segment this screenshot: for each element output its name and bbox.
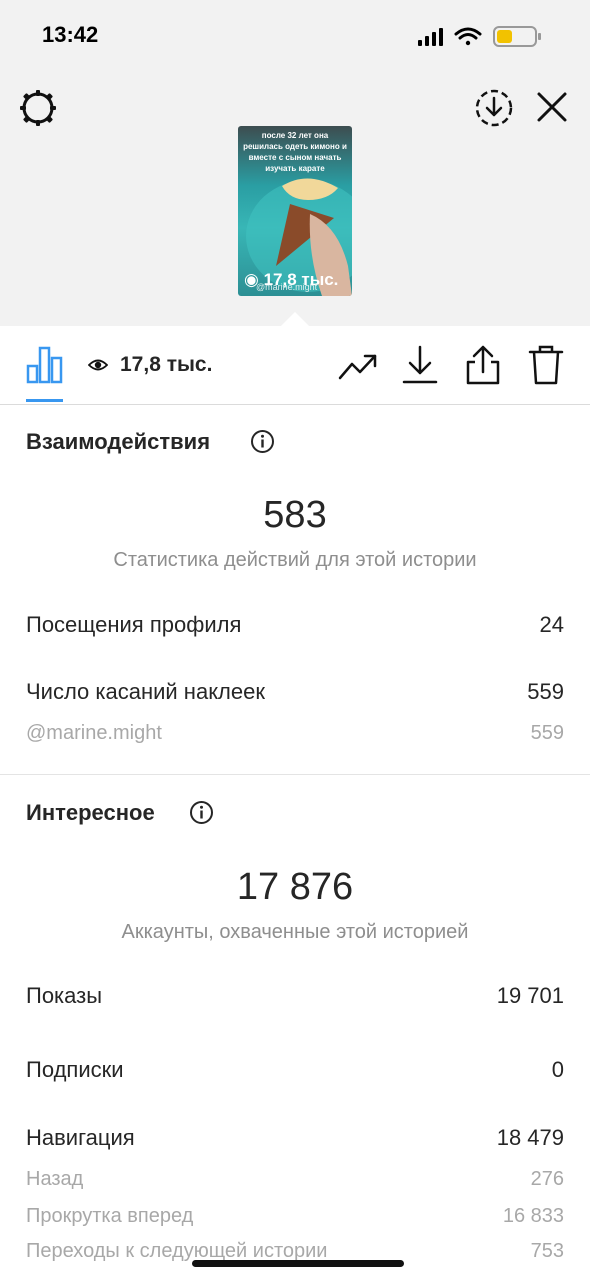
row-navigation-label: Навигация bbox=[26, 1125, 135, 1150]
discovery-title: Интересное bbox=[26, 800, 155, 825]
status-bar: 13:42 bbox=[0, 0, 590, 70]
wifi-icon bbox=[454, 27, 482, 46]
row-follows-label: Подписки bbox=[26, 1057, 124, 1082]
info-icon[interactable] bbox=[189, 800, 214, 825]
section-divider bbox=[0, 774, 590, 775]
row-impressions-value: 19 701 bbox=[496, 983, 564, 1008]
discovery-total: 17 876 bbox=[236, 866, 354, 908]
thumbnail-mention: @marine.might bbox=[256, 282, 318, 292]
row-impressions-label: Показы bbox=[26, 983, 103, 1008]
row-follows-value: 0 bbox=[551, 1057, 564, 1082]
active-tab-indicator bbox=[26, 399, 63, 402]
battery-icon bbox=[493, 26, 541, 47]
story-thumbnail[interactable]: после 32 лет она решилась одеть кимоно и… bbox=[238, 126, 352, 296]
row-profile-visits-label: Посещения профиля bbox=[26, 612, 242, 637]
download-circle-icon[interactable] bbox=[474, 88, 514, 128]
row-profile-visits-value: 24 bbox=[539, 612, 564, 637]
interactions-title: Взаимодействия bbox=[26, 429, 211, 454]
trash-icon[interactable] bbox=[528, 344, 564, 386]
subrow-forward-value: 16 833 bbox=[502, 1205, 564, 1227]
home-indicator[interactable] bbox=[192, 1260, 404, 1267]
interactions-total: 583 bbox=[263, 494, 327, 536]
thumbnail-caption: после 32 лет она решилась одеть кимоно и… bbox=[243, 131, 347, 173]
toolbar-views-count: 17,8 тыс. bbox=[120, 353, 213, 376]
discovery-caption: Аккаунты, охваченные этой историей bbox=[121, 921, 469, 943]
eye-icon bbox=[88, 359, 108, 371]
share-icon[interactable] bbox=[464, 344, 502, 386]
download-icon[interactable] bbox=[402, 345, 438, 385]
preview-pointer bbox=[281, 312, 309, 326]
subrow-mention-value: 559 bbox=[530, 722, 564, 744]
interactions-caption: Статистика действий для этой истории bbox=[113, 549, 477, 571]
row-sticker-taps-value: 559 bbox=[527, 679, 564, 704]
close-icon[interactable] bbox=[535, 90, 569, 124]
subrow-mention-label[interactable]: @marine.might bbox=[26, 722, 162, 745]
status-time: 13:42 bbox=[42, 22, 99, 47]
info-icon[interactable] bbox=[250, 429, 275, 454]
subrow-back-label: Назад bbox=[26, 1168, 84, 1190]
trending-icon[interactable] bbox=[338, 350, 378, 382]
settings-gear-icon[interactable] bbox=[18, 88, 58, 128]
subrow-next-story-value: 753 bbox=[530, 1240, 564, 1262]
row-navigation-value: 18 479 bbox=[496, 1125, 564, 1150]
insights-bar-chart-icon[interactable] bbox=[26, 346, 63, 384]
subrow-back-value: 276 bbox=[530, 1168, 564, 1190]
signal-icon bbox=[418, 28, 443, 46]
subrow-forward-label: Прокрутка вперед bbox=[26, 1205, 194, 1227]
status-icons bbox=[418, 26, 541, 47]
row-sticker-taps-label: Число касаний наклеек bbox=[26, 679, 265, 704]
